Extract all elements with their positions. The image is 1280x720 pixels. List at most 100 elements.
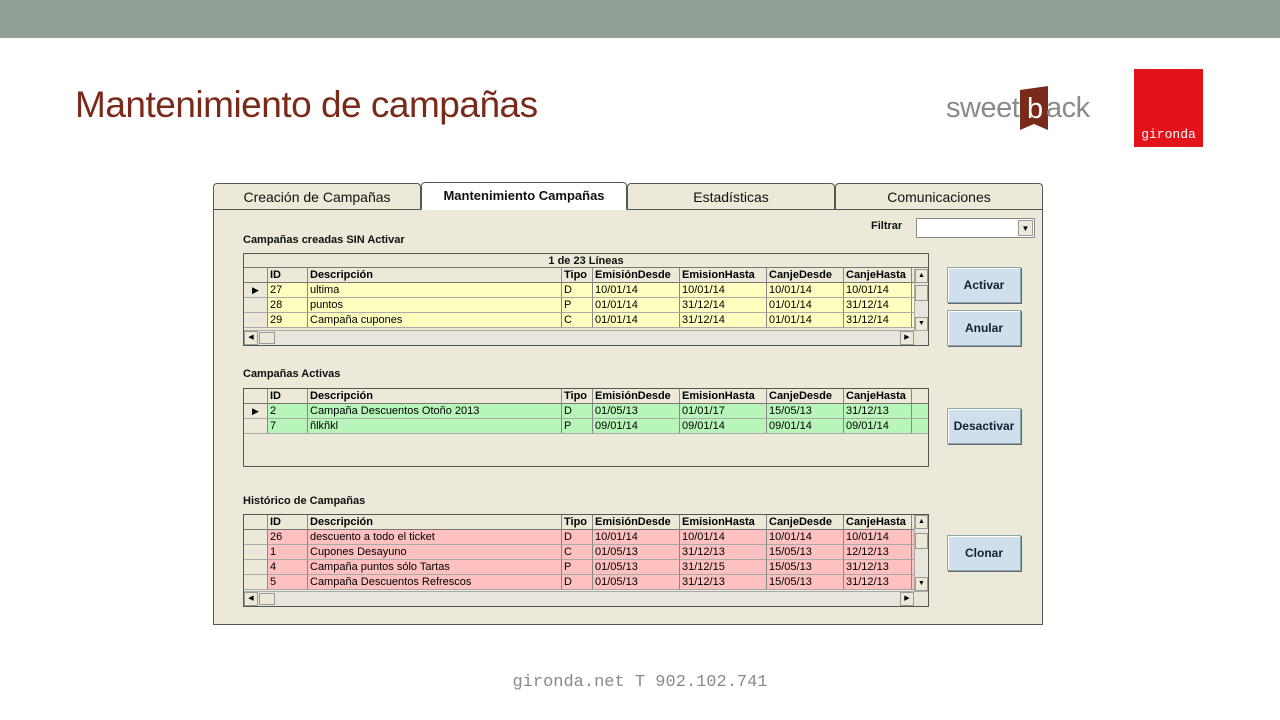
cell-emision-desde: 01/01/14 — [593, 298, 680, 313]
cell-tipo: D — [562, 283, 593, 298]
sweetback-logo-letter: b — [1027, 93, 1044, 125]
horizontal-scroll-thumb[interactable] — [259, 593, 275, 605]
tab-panel: Filtrar ▼ Campañas creadas SIN Activar 1… — [213, 209, 1043, 625]
scroll-left-icon[interactable]: ◀ — [244, 592, 258, 606]
cell-emision-desde: 10/01/14 — [593, 530, 680, 545]
column-header-emision-desde[interactable]: EmisiónDesde — [593, 389, 680, 404]
cell-descripcion: descuento a todo el ticket — [308, 530, 562, 545]
table-row[interactable]: 29 Campaña cupones C 01/01/14 31/12/14 0… — [244, 313, 928, 328]
row-selector — [244, 560, 268, 575]
clonar-button[interactable]: Clonar — [947, 535, 1021, 571]
tab-comunicaciones[interactable]: Comunicaciones — [835, 183, 1043, 211]
column-header-canje-hasta[interactable]: CanjeHasta — [844, 268, 912, 283]
cell-emision-desde: 01/05/13 — [593, 560, 680, 575]
scroll-up-icon[interactable]: ▲ — [915, 269, 928, 283]
column-header-id[interactable]: ID — [268, 389, 308, 404]
column-header-canje-hasta[interactable]: CanjeHasta — [844, 389, 912, 404]
column-header-id[interactable]: ID — [268, 515, 308, 530]
row-selector-header — [244, 389, 268, 404]
header-filler — [912, 389, 928, 404]
active-section-title: Campañas Activas — [243, 368, 341, 380]
scroll-left-icon[interactable]: ◀ — [244, 331, 258, 345]
cell-emision-desde: 10/01/14 — [593, 283, 680, 298]
vertical-scrollbar[interactable]: ▲ ▼ — [914, 515, 928, 591]
row-selector — [244, 419, 268, 434]
page-title: Mantenimiento de campañas — [75, 84, 538, 125]
table-row[interactable]: 4 Campaña puntos sólo Tartas P 01/05/13 … — [244, 560, 928, 575]
vertical-scrollbar[interactable]: ▲ ▼ — [914, 269, 928, 331]
cell-emision-desde: 01/05/13 — [593, 575, 680, 590]
cell-canje-hasta: 31/12/14 — [844, 313, 912, 328]
cell-emision-hasta: 10/01/14 — [680, 530, 767, 545]
cell-emision-hasta: 10/01/14 — [680, 283, 767, 298]
column-header-tipo[interactable]: Tipo — [562, 515, 593, 530]
column-header-descripcion[interactable]: Descripción — [308, 515, 562, 530]
cell-id: 2 — [268, 404, 308, 419]
tab-mantenimiento[interactable]: Mantenimiento Campañas — [421, 182, 627, 210]
activar-button[interactable]: Activar — [947, 267, 1021, 303]
column-header-emision-desde[interactable]: EmisiónDesde — [593, 268, 680, 283]
table-row[interactable]: ▶ 27 ultima D 10/01/14 10/01/14 10/01/14… — [244, 283, 928, 298]
desactivar-button[interactable]: Desactivar — [947, 408, 1021, 444]
cell-canje-desde: 15/05/13 — [767, 560, 844, 575]
history-section-title: Histórico de Campañas — [243, 495, 366, 507]
cell-canje-desde: 15/05/13 — [767, 575, 844, 590]
column-header-emision-hasta[interactable]: EmisionHasta — [680, 389, 767, 404]
table-row[interactable]: 1 Cupones Desayuno C 01/05/13 31/12/13 1… — [244, 545, 928, 560]
scroll-thumb[interactable] — [915, 285, 928, 301]
cell-canje-hasta: 31/12/13 — [844, 560, 912, 575]
column-header-descripcion[interactable]: Descripción — [308, 268, 562, 283]
cell-emision-hasta: 01/01/17 — [680, 404, 767, 419]
table-row[interactable]: 5 Campaña Descuentos Refrescos D 01/05/1… — [244, 575, 928, 590]
column-header-tipo[interactable]: Tipo — [562, 268, 593, 283]
cell-emision-desde: 01/05/13 — [593, 404, 680, 419]
history-grid: ID Descripción Tipo EmisiónDesde Emision… — [243, 514, 929, 607]
tab-comunicaciones-label: Comunicaciones — [887, 189, 991, 205]
cell-emision-hasta: 31/12/14 — [680, 313, 767, 328]
scroll-right-icon[interactable]: ▶ — [900, 592, 914, 606]
row-selector-header — [244, 515, 268, 530]
horizontal-scrollbar[interactable]: ◀ ▶ — [244, 330, 928, 345]
sweetback-logo-left: sweet — [946, 92, 1020, 124]
column-header-emision-hasta[interactable]: EmisionHasta — [680, 268, 767, 283]
tab-mantenimiento-label: Mantenimiento Campañas — [443, 188, 605, 203]
cell-canje-desde: 10/01/14 — [767, 283, 844, 298]
chevron-down-icon[interactable]: ▼ — [1018, 220, 1033, 236]
scroll-right-icon[interactable]: ▶ — [900, 331, 914, 345]
cell-emision-desde: 01/05/13 — [593, 545, 680, 560]
filter-select[interactable]: ▼ — [916, 218, 1035, 238]
row-filler — [912, 404, 928, 419]
column-header-canje-desde[interactable]: CanjeDesde — [767, 389, 844, 404]
cell-emision-hasta: 31/12/13 — [680, 575, 767, 590]
horizontal-scrollbar[interactable]: ◀ ▶ — [244, 591, 928, 606]
table-row[interactable]: ▶ 2 Campaña Descuentos Otoño 2013 D 01/0… — [244, 404, 928, 419]
column-header-canje-hasta[interactable]: CanjeHasta — [844, 515, 912, 530]
cell-descripcion: Campaña Descuentos Refrescos — [308, 575, 562, 590]
scroll-thumb[interactable] — [915, 533, 928, 549]
column-header-id[interactable]: ID — [268, 268, 308, 283]
table-row[interactable]: 26 descuento a todo el ticket D 10/01/14… — [244, 530, 928, 545]
cell-canje-hasta: 12/12/13 — [844, 545, 912, 560]
column-header-emision-hasta[interactable]: EmisionHasta — [680, 515, 767, 530]
cell-tipo: C — [562, 545, 593, 560]
horizontal-scroll-thumb[interactable] — [259, 332, 275, 344]
column-header-tipo[interactable]: Tipo — [562, 389, 593, 404]
column-header-canje-desde[interactable]: CanjeDesde — [767, 268, 844, 283]
row-selector — [244, 313, 268, 328]
table-row[interactable]: 28 puntos P 01/01/14 31/12/14 01/01/14 3… — [244, 298, 928, 313]
scroll-up-icon[interactable]: ▲ — [915, 515, 928, 529]
cell-id: 7 — [268, 419, 308, 434]
scroll-down-icon[interactable]: ▼ — [915, 317, 928, 331]
column-header-descripcion[interactable]: Descripción — [308, 389, 562, 404]
tab-creacion[interactable]: Creación de Campañas — [213, 183, 421, 211]
column-header-emision-desde[interactable]: EmisiónDesde — [593, 515, 680, 530]
cell-tipo: C — [562, 313, 593, 328]
anular-button[interactable]: Anular — [947, 310, 1021, 346]
cell-id: 26 — [268, 530, 308, 545]
table-row[interactable]: 7 ñlkñkl P 09/01/14 09/01/14 09/01/14 09… — [244, 419, 928, 434]
column-header-canje-desde[interactable]: CanjeDesde — [767, 515, 844, 530]
footer-contact: gironda.net T 902.102.741 — [512, 673, 768, 692]
scroll-down-icon[interactable]: ▼ — [915, 577, 928, 591]
tab-estadisticas[interactable]: Estadísticas — [627, 183, 835, 211]
inactive-section-title: Campañas creadas SIN Activar — [243, 234, 405, 246]
